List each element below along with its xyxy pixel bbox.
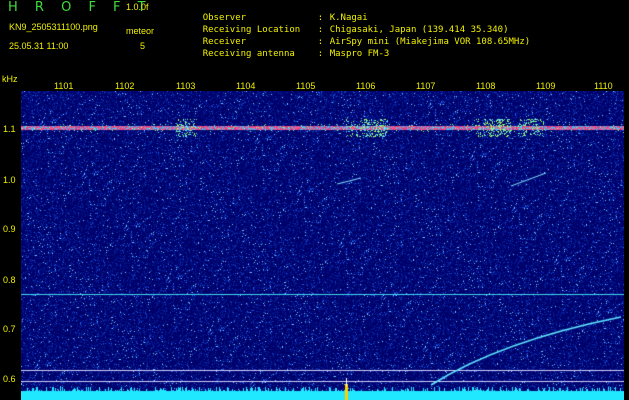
info-value: Maspro FM-3 <box>329 49 390 59</box>
x-tick-label: 1105 <box>296 81 316 91</box>
info-antenna: Receiving antenna: Maspro FM-3 <box>202 49 390 59</box>
app-version: 1.0.0f <box>126 2 149 12</box>
file-name: KN9_2505311100.png <box>9 22 98 32</box>
y-tick-label: 1.0 <box>3 175 16 185</box>
spectrogram-plot <box>21 91 624 400</box>
y-tick-label: 0.7 <box>3 324 16 334</box>
y-tick-label: 0.6 <box>3 374 16 384</box>
info-label: Receiving antenna <box>202 49 295 59</box>
x-tick-label: 1110 <box>594 81 613 91</box>
x-tick-label: 1107 <box>416 81 436 91</box>
x-tick-label: 1101 <box>54 81 74 91</box>
x-tick-label: 1108 <box>476 81 496 91</box>
x-tick-label: 1109 <box>536 81 556 91</box>
x-tick-label: 1102 <box>115 81 135 91</box>
timestamp: 25.05.31 11:00 <box>9 41 69 51</box>
mode-label: meteor <box>126 26 155 36</box>
spectrogram-canvas <box>21 91 624 400</box>
header: H R O F F T 1.0.0f KN9_2505311100.png me… <box>0 0 629 72</box>
x-tick-label: 1103 <box>176 81 196 91</box>
meteor-count: 5 <box>140 41 146 51</box>
x-tick-label: 1106 <box>356 81 376 91</box>
y-tick-label: 1.1 <box>3 124 16 134</box>
y-tick-label: 0.8 <box>3 275 16 285</box>
y-tick-label: 0.9 <box>3 224 16 234</box>
x-tick-label: 1104 <box>236 81 256 91</box>
unit-label: kHz <box>2 74 18 84</box>
